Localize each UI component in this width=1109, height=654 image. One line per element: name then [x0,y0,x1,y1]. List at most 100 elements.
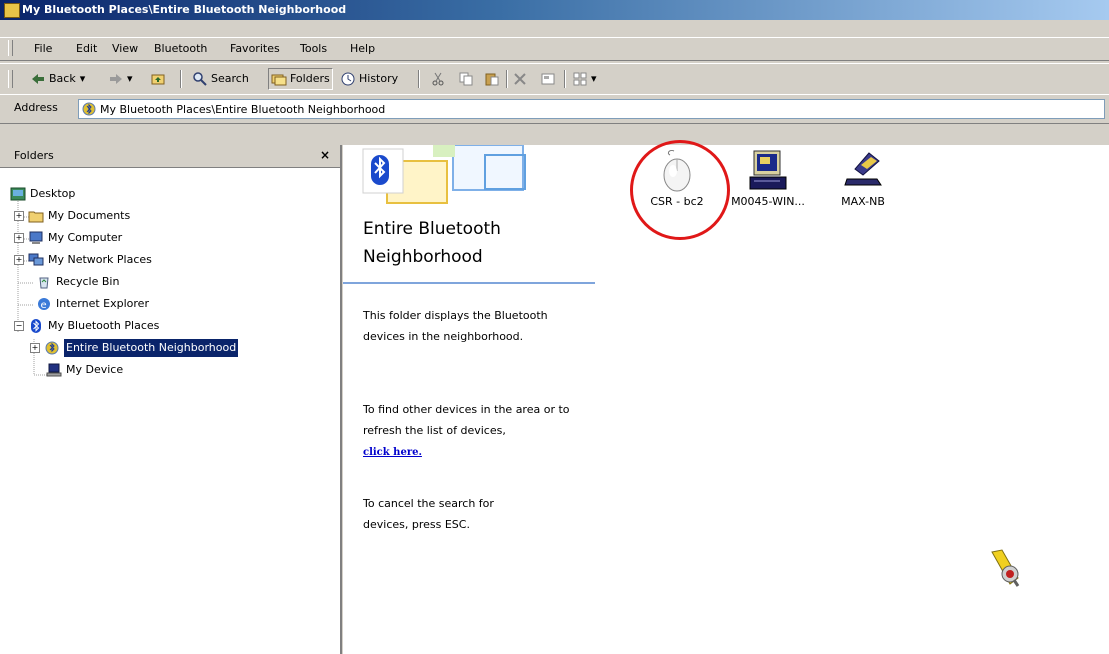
folders-label: Folders [290,72,330,85]
tree-item-label: My Network Places [48,253,152,266]
web-view-info-panel: Entire Bluetooth Neighborhood This folde… [343,145,595,654]
svg-text:e: e [41,300,47,311]
collapse-icon[interactable]: − [14,321,24,331]
expand-icon[interactable]: + [14,255,24,265]
computer-icon [749,150,787,190]
close-icon[interactable]: × [320,148,330,162]
copy-icon [459,72,473,86]
title-bar[interactable]: My Bluetooth Places\Entire Bluetooth Nei… [0,0,1109,20]
folders-pane-title: Folders [14,149,54,162]
recycle-bin-icon [39,277,49,289]
network-icon [28,253,44,266]
folder-icon [28,211,44,223]
info-description: This folder displays the Bluetooth devic… [363,309,548,343]
folders-pane: Folders × Desktop + My Documents + My Co… [0,145,342,654]
address-value: My Bluetooth Places\Entire Bluetooth Nei… [100,102,386,116]
info-title-line1: Entire Bluetooth [363,219,501,239]
ie-icon: e [38,298,50,311]
tree-item-my-bluetooth-places[interactable]: − My Bluetooth Places [14,317,159,335]
tree-item-label: Desktop [30,187,76,200]
info-title-line2: Neighborhood [363,247,483,267]
search-icon [193,72,207,86]
tree-item-label: My Device [66,363,124,376]
tree-item-my-documents[interactable]: + My Documents [14,207,130,225]
tree-item-label-selected: Entire Bluetooth Neighborhood [64,339,239,357]
content-pane: Entire Bluetooth Neighborhood This folde… [343,140,1109,654]
scissors-icon [432,72,444,86]
laptop-icon [46,363,62,377]
expand-icon[interactable]: + [14,211,24,221]
back-button[interactable]: Back ▾ [30,69,85,89]
info-cancel-text: To cancel the search for devices, press … [363,497,494,531]
menu-help[interactable]: Help [348,41,377,57]
refresh-link[interactable]: click here. [363,447,422,458]
properties-button[interactable] [540,69,559,89]
cut-button[interactable] [430,69,449,89]
forward-dropdown-icon[interactable]: ▾ [127,69,133,89]
views-dropdown-icon[interactable]: ▾ [591,69,597,89]
properties-icon [541,73,555,85]
expand-icon[interactable]: + [14,233,24,243]
tree-item-label: Internet Explorer [56,297,149,310]
device-item-max-nb[interactable]: MAX-NB [818,149,908,208]
folders-button[interactable]: Folders [268,68,333,90]
copy-button[interactable] [458,69,477,89]
device-label: MAX-NB [841,195,885,208]
bluetooth-icon [31,319,41,333]
toolbar-grip [8,70,13,88]
tree-item-label: My Computer [48,231,123,244]
expand-icon[interactable]: + [30,343,40,353]
views-icon [573,72,587,86]
forward-arrow-icon [110,74,122,84]
search-button[interactable]: Search [192,69,249,89]
up-folder-icon [151,74,165,85]
folders-icon [271,74,287,86]
tree-item-recycle-bin[interactable]: Recycle Bin [36,273,119,291]
toolbar-separator [418,70,420,88]
device-item-m0045-win[interactable]: M0045-WIN... [723,149,813,208]
delete-button[interactable] [512,69,531,89]
tree-item-desktop[interactable]: Desktop [10,185,75,203]
tree-item-label: Recycle Bin [56,275,120,288]
window-app-icon [4,3,20,18]
menu-bluetooth[interactable]: Bluetooth [152,41,209,57]
desktop-icon [10,187,26,201]
address-bar: Address My Bluetooth Places\Entire Bluet… [0,94,1109,124]
toolbar-separator [564,70,566,88]
views-button[interactable]: ▾ [572,69,597,89]
back-dropdown-icon[interactable]: ▾ [80,69,86,89]
menu-bar: File Edit View Bluetooth Favorites Tools… [0,37,1109,61]
tree-item-internet-explorer[interactable]: e Internet Explorer [36,295,149,313]
folders-pane-header: Folders × [0,145,340,168]
tree-item-my-computer[interactable]: + My Computer [14,229,122,247]
tree-item-my-device[interactable]: My Device [46,361,123,379]
delete-x-icon [514,73,526,85]
back-label: Back [49,72,76,85]
tree-item-label: My Bluetooth Places [48,319,160,332]
computer-icon [29,231,43,244]
info-divider [343,282,595,284]
window-title: My Bluetooth Places\Entire Bluetooth Nei… [22,3,347,16]
info-panel-title: Entire Bluetooth Neighborhood [363,215,583,271]
back-arrow-icon [32,74,44,84]
toolbar-separator [180,70,182,88]
address-label: Address [14,101,58,114]
tree-item-my-network-places[interactable]: + My Network Places [14,251,152,269]
address-input[interactable]: My Bluetooth Places\Entire Bluetooth Nei… [78,99,1105,119]
search-label: Search [211,72,249,85]
menu-file[interactable]: File [32,41,54,57]
menu-favorites[interactable]: Favorites [228,41,282,57]
history-icon [341,72,355,86]
history-button[interactable]: History [340,69,398,89]
explorer-window: My Bluetooth Places\Entire Bluetooth Nei… [0,0,1109,654]
info-refresh-text: To find other devices in the area or to … [363,399,593,463]
history-label: History [359,72,399,85]
up-button[interactable] [150,69,169,89]
paste-button[interactable] [484,69,503,89]
paste-icon [485,73,499,86]
tree-item-entire-bluetooth-neighborhood[interactable]: + Entire Bluetooth Neighborhood [30,339,239,357]
forward-button[interactable]: ▾ [108,69,133,89]
menu-view[interactable]: View [110,41,140,57]
menu-edit[interactable]: Edit [74,41,99,57]
menu-tools[interactable]: Tools [298,41,329,57]
